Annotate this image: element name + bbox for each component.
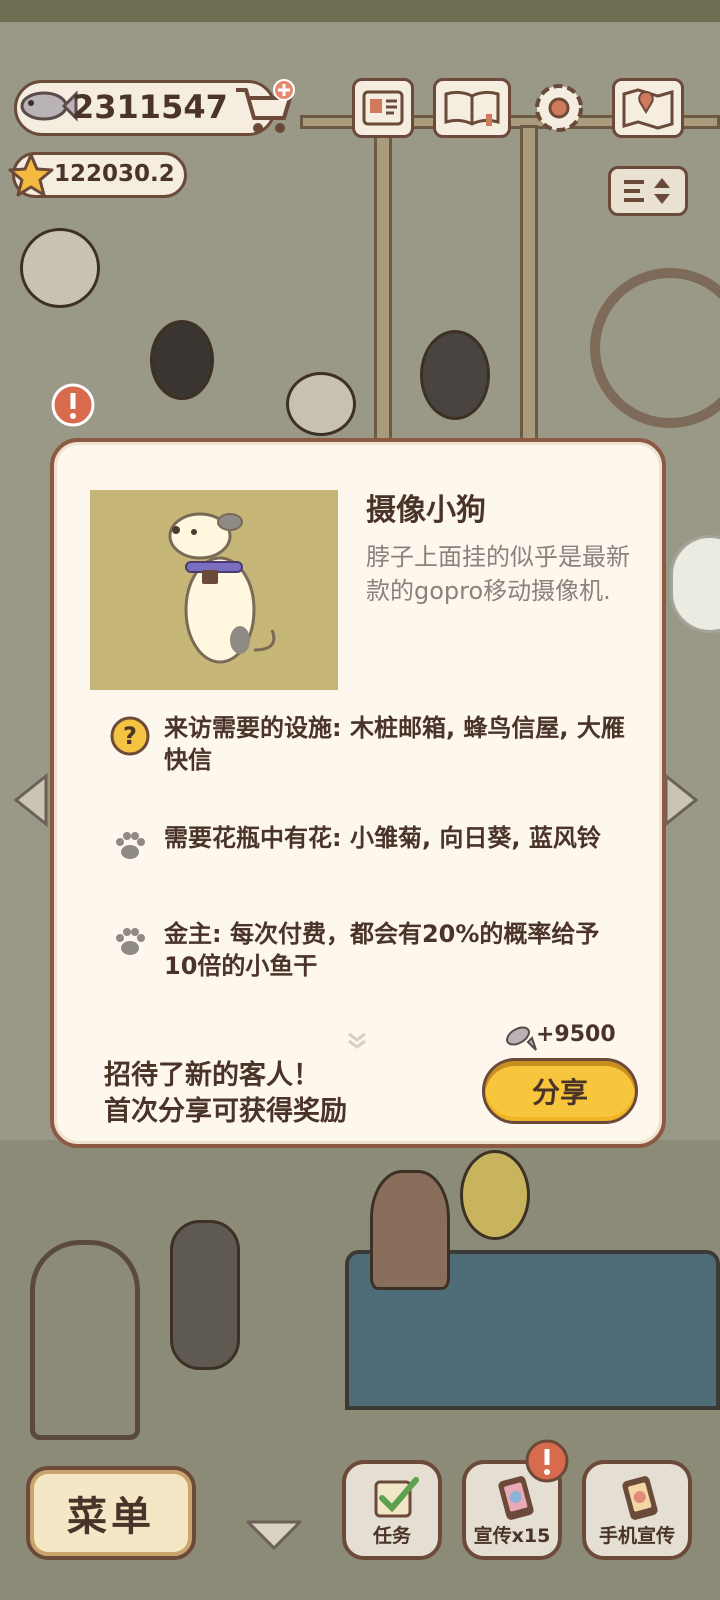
character-description: 脖子上面挂的似乎是最新款的gopro移动摄像机. — [366, 543, 630, 605]
paw-icon — [116, 928, 145, 955]
reward-value: +9500 — [536, 1022, 616, 1047]
guestbook-button[interactable] — [433, 78, 511, 138]
gear-icon — [535, 84, 583, 132]
phone-icon — [622, 1476, 658, 1520]
character-name: 摄像小狗 — [366, 493, 486, 528]
scroll-down-hint-icon — [348, 1032, 366, 1049]
camera-dog-image — [168, 512, 276, 664]
top-strip — [0, 0, 720, 22]
ferris-wheel-decoration — [590, 268, 720, 428]
shop-cart-icon[interactable] — [232, 78, 298, 138]
settings-button[interactable] — [528, 78, 590, 138]
question-icon: ? — [110, 716, 150, 756]
cat-decoration — [286, 372, 356, 436]
left-arrow-icon[interactable] — [8, 770, 52, 830]
requirement-text: 来访需要的设施: 木桩邮箱, 蜂鸟信屋, 大雁快信 — [164, 714, 625, 774]
phone-promote-label: 手机宣传 — [598, 1525, 675, 1547]
tasks-label: 任务 — [372, 1525, 411, 1547]
tasks-button[interactable]: 任务 — [342, 1460, 442, 1560]
character-portrait — [90, 490, 338, 690]
dog-decoration — [420, 330, 490, 420]
collapse-arrow-icon[interactable] — [244, 1518, 304, 1552]
pergola-post — [374, 125, 392, 445]
zebra-cat-decoration — [170, 1220, 240, 1370]
birdcage-decoration — [30, 1240, 140, 1440]
checklist-icon — [374, 1477, 419, 1518]
cake-decoration — [370, 1170, 450, 1290]
share-button[interactable]: 分享 — [482, 1058, 638, 1124]
phone-promote-button[interactable]: 手机宣传 — [582, 1460, 692, 1560]
requirement-text: 需要花瓶中有花: 小雏菊, 向日葵, 蓝风铃 — [164, 824, 601, 852]
right-arrow-icon[interactable] — [660, 770, 704, 830]
reward-fish-icon — [506, 1026, 537, 1051]
book-icon — [444, 90, 500, 126]
alert-icon[interactable] — [48, 380, 98, 430]
share-message: 招待了新的客人！ 首次分享可获得奖励 — [104, 1058, 347, 1130]
menu-button[interactable]: 菜单 — [26, 1466, 196, 1560]
star-icon — [8, 153, 54, 197]
cat-decoration — [20, 228, 100, 308]
sort-button[interactable] — [608, 166, 688, 216]
share-message-line1: 招待了新的客人！ — [104, 1060, 320, 1091]
share-message-line2: 首次分享可获得奖励 — [104, 1096, 347, 1127]
star-count: 122030.2 — [54, 161, 175, 187]
pergola-post — [520, 125, 538, 445]
sort-icon — [624, 178, 670, 204]
map-button[interactable] — [612, 78, 684, 138]
svg-text:?: ? — [123, 722, 137, 750]
requirement-text: 金主: 每次付费，都会有20%的概率给予10倍的小鱼干 — [164, 920, 600, 980]
promote-label: 宣传x15 — [473, 1525, 551, 1547]
fish-count: 2311547 — [72, 88, 228, 126]
map-icon — [622, 88, 674, 130]
catalog-button[interactable] — [352, 78, 414, 138]
promote-alert-icon — [525, 1439, 569, 1483]
paw-icon — [116, 832, 145, 859]
black-cat-decoration — [150, 320, 214, 400]
bird-decoration — [460, 1150, 530, 1240]
id-card-icon — [362, 90, 404, 126]
fish-icon — [20, 90, 78, 122]
